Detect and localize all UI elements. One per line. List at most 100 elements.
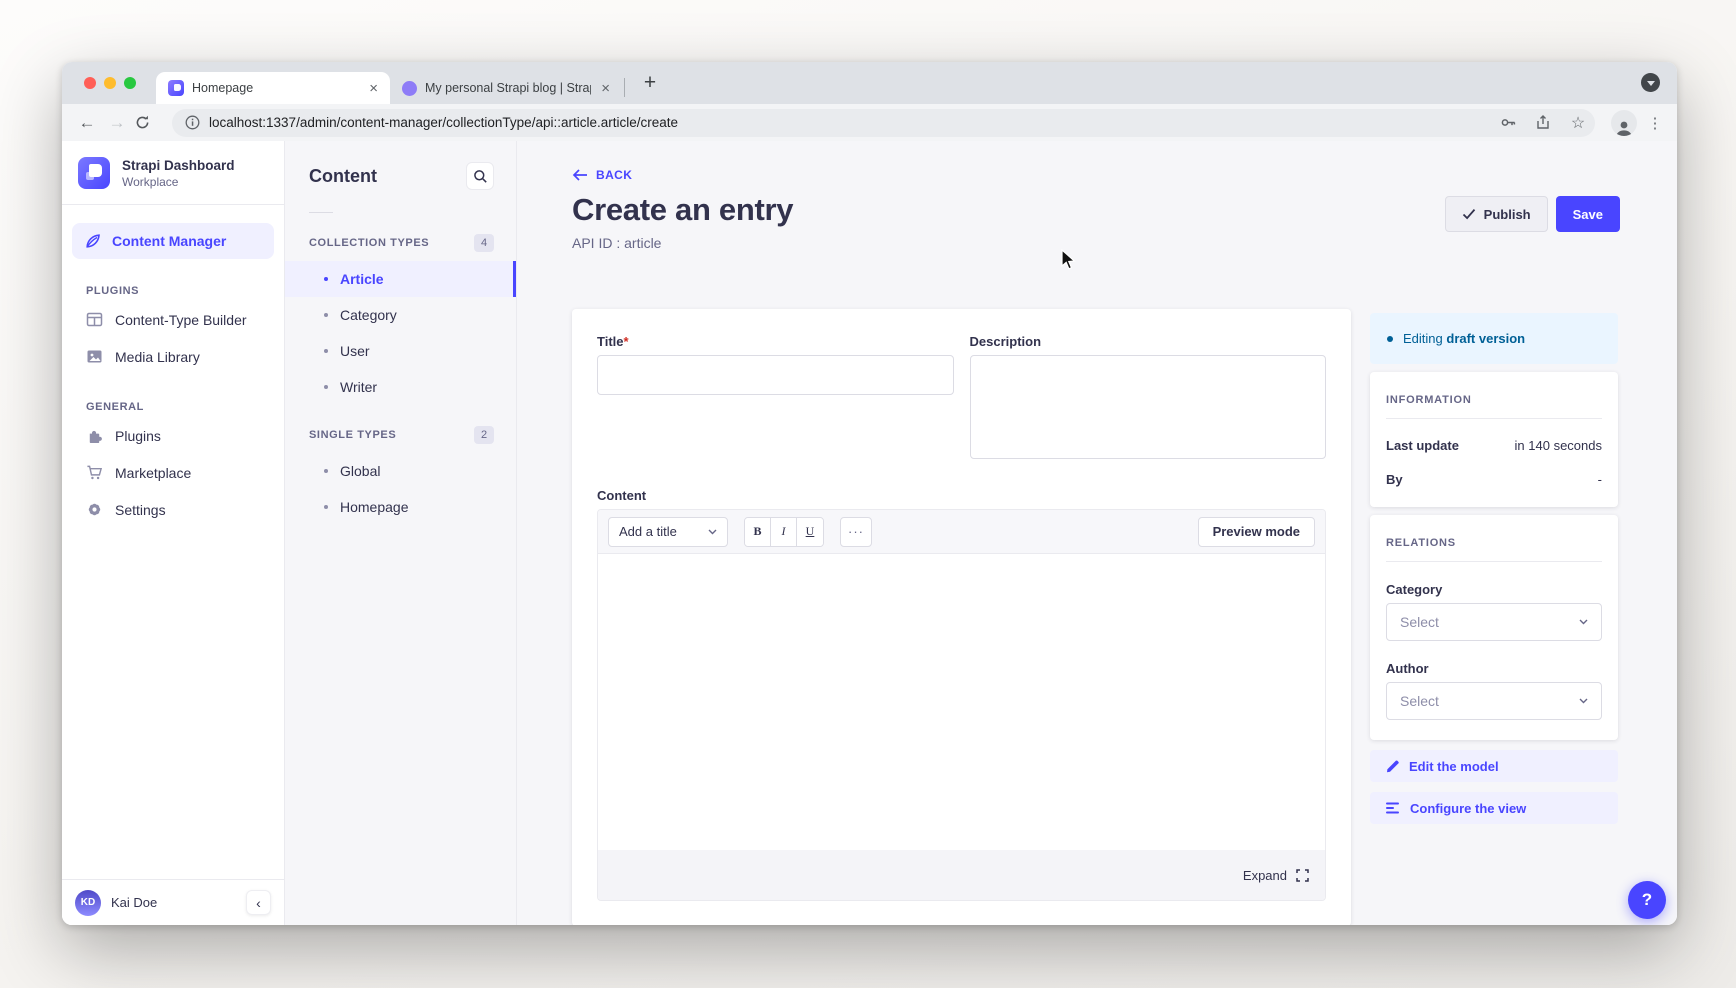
- last-update-row: Last update in 140 seconds: [1386, 438, 1602, 453]
- subnav-item-label: Category: [340, 307, 397, 323]
- subnav-item-label: Homepage: [340, 499, 409, 515]
- sidebar-section-plugins: PLUGINS: [86, 285, 260, 297]
- editor-textarea[interactable]: [598, 554, 1325, 850]
- brand-block[interactable]: Strapi Dashboard Workplace: [62, 141, 284, 204]
- new-tab-button[interactable]: +: [637, 71, 663, 95]
- author-select[interactable]: Select: [1386, 682, 1602, 720]
- check-icon: [1462, 208, 1476, 220]
- description-field-group: Description: [970, 334, 1327, 464]
- description-textarea[interactable]: [970, 355, 1327, 459]
- publish-button[interactable]: Publish: [1445, 196, 1548, 232]
- content-field-group: Content Add a title B I: [597, 488, 1326, 901]
- bold-button[interactable]: B: [745, 518, 771, 546]
- bullet-icon: [324, 385, 328, 389]
- puzzle-icon: [86, 427, 103, 444]
- by-key: By: [1386, 472, 1403, 487]
- api-id-subtitle: API ID : article: [572, 235, 793, 251]
- address-bar[interactable]: localhost:1337/admin/content-manager/col…: [172, 109, 1595, 137]
- layout-grid-icon: [86, 311, 103, 328]
- search-button[interactable]: [466, 162, 494, 190]
- title-field-group: Title*: [597, 334, 954, 464]
- divider: [62, 204, 284, 205]
- subnav-item-user[interactable]: User: [285, 333, 516, 369]
- minimize-window-button[interactable]: [104, 77, 116, 89]
- strapi-favicon-icon: [168, 80, 184, 96]
- brand-title: Strapi Dashboard: [122, 158, 235, 173]
- by-row: By -: [1386, 472, 1602, 487]
- subnav-item-category[interactable]: Category: [285, 297, 516, 333]
- bullet-icon: [324, 505, 328, 509]
- shopping-cart-icon: [86, 464, 103, 481]
- subnav-item-homepage[interactable]: Homepage: [285, 489, 516, 525]
- sidebar-item-content-type-builder[interactable]: Content-Type Builder: [62, 301, 284, 338]
- expand-label[interactable]: Expand: [1243, 868, 1287, 883]
- preview-mode-button[interactable]: Preview mode: [1198, 517, 1315, 547]
- avatar[interactable]: KD: [75, 890, 101, 916]
- subnav-item-global[interactable]: Global: [285, 453, 516, 489]
- expand-icon[interactable]: [1296, 869, 1309, 882]
- underline-button[interactable]: U: [797, 518, 823, 546]
- back-nav-button[interactable]: ←: [74, 113, 100, 133]
- text-style-group: B I U: [744, 517, 824, 547]
- last-update-value: in 140 seconds: [1515, 438, 1602, 453]
- sidebar-item-label: Marketplace: [115, 465, 191, 481]
- italic-button[interactable]: I: [771, 518, 797, 546]
- single-types-count-badge: 2: [474, 426, 494, 444]
- browser-menu-icon[interactable]: ⋮: [1645, 114, 1665, 132]
- chevron-down-icon: [708, 529, 717, 535]
- share-icon[interactable]: [1530, 114, 1556, 131]
- more-options-button[interactable]: ···: [840, 517, 872, 547]
- content-label: Content: [597, 488, 1326, 503]
- required-asterisk: *: [624, 334, 629, 349]
- sidebar-item-marketplace[interactable]: Marketplace: [62, 454, 284, 491]
- sidebar-item-label: Content Manager: [112, 233, 226, 249]
- category-select[interactable]: Select: [1386, 603, 1602, 641]
- brand-subtitle: Workplace: [122, 175, 235, 189]
- sidebar-item-settings[interactable]: Settings: [62, 491, 284, 528]
- tab-strapi-blog[interactable]: My personal Strapi blog | Strap ×: [390, 72, 622, 104]
- single-types-label: SINGLE TYPES: [309, 429, 396, 441]
- information-card: INFORMATION Last update in 140 seconds B…: [1370, 372, 1618, 507]
- title-input[interactable]: [597, 355, 954, 395]
- user-name: Kai Doe: [111, 895, 157, 910]
- reload-button[interactable]: [134, 114, 160, 131]
- collapse-sidebar-button[interactable]: ‹: [246, 890, 271, 915]
- category-label: Category: [1386, 582, 1602, 597]
- tab-homepage[interactable]: Homepage ×: [156, 72, 390, 104]
- url-text[interactable]: localhost:1337/admin/content-manager/col…: [209, 115, 1486, 130]
- close-tab-icon[interactable]: ×: [367, 81, 380, 96]
- editor-toolbar: Add a title B I U ··· Prev: [598, 510, 1325, 554]
- bullet-icon: [324, 277, 328, 281]
- last-update-key: Last update: [1386, 438, 1459, 453]
- entry-side-panel: Editing draft version INFORMATION Last u…: [1370, 309, 1618, 824]
- zoom-window-button[interactable]: [124, 77, 136, 89]
- browser-profile-avatar[interactable]: [1611, 110, 1637, 136]
- subnav-item-writer[interactable]: Writer: [285, 369, 516, 405]
- search-tabs-button[interactable]: [1641, 73, 1660, 92]
- configure-view-button[interactable]: Configure the view: [1370, 792, 1618, 824]
- save-button[interactable]: Save: [1556, 196, 1620, 232]
- heading-select[interactable]: Add a title: [608, 517, 728, 547]
- chevron-down-icon: [1579, 698, 1588, 704]
- blog-favicon-icon: [402, 81, 417, 96]
- main-sidebar: Strapi Dashboard Workplace Content Manag…: [62, 141, 285, 925]
- close-window-button[interactable]: [84, 77, 96, 89]
- help-button[interactable]: ?: [1628, 881, 1666, 919]
- subnav-title: Content: [309, 166, 377, 187]
- back-link[interactable]: BACK: [596, 168, 632, 182]
- close-tab-icon[interactable]: ×: [599, 81, 612, 96]
- password-key-icon[interactable]: [1495, 114, 1521, 131]
- sidebar-item-plugins[interactable]: Plugins: [62, 417, 284, 454]
- edit-model-button[interactable]: Edit the model: [1370, 750, 1618, 782]
- subnav-item-article[interactable]: Article: [285, 261, 516, 297]
- sidebar-item-content-manager[interactable]: Content Manager: [72, 223, 274, 259]
- sidebar-item-label: Content-Type Builder: [115, 312, 247, 328]
- tab-title: Homepage: [192, 81, 359, 95]
- bookmark-star-icon[interactable]: ☆: [1565, 113, 1591, 133]
- relations-label: RELATIONS: [1386, 537, 1602, 549]
- sidebar-item-media-library[interactable]: Media Library: [62, 338, 284, 375]
- subnav-item-label: Article: [340, 271, 384, 287]
- layout-lines-icon: [1386, 802, 1400, 814]
- site-info-icon[interactable]: [184, 115, 200, 130]
- chevron-down-icon: [1579, 619, 1588, 625]
